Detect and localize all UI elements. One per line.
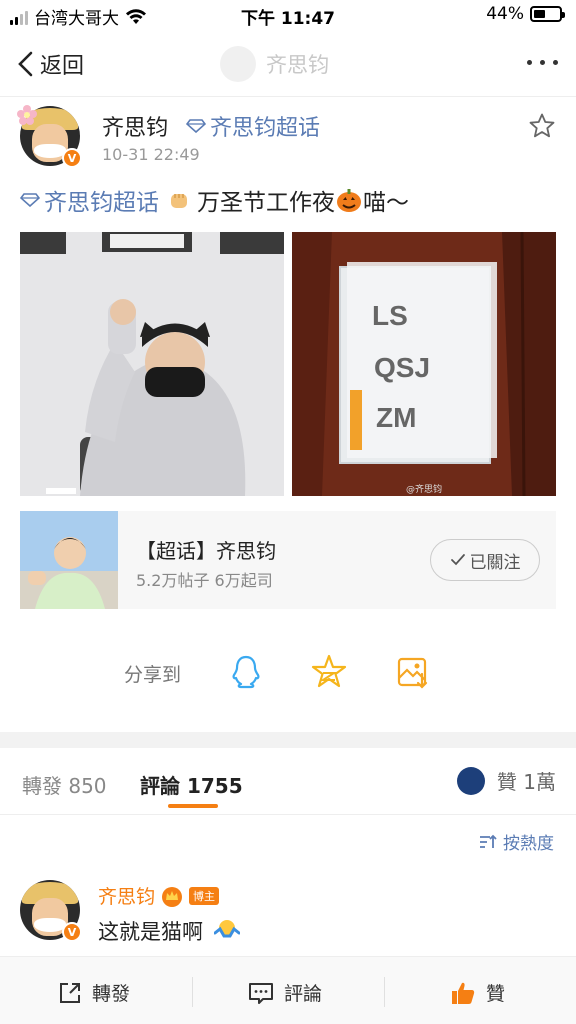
tab-like[interactable]: 贊 1萬 (456, 766, 556, 795)
super-topic-card[interactable]: 【超话】齐思钧 5.2万帖子 6万起司 已關注 (20, 511, 556, 609)
tab-repost[interactable]: 轉發 850 (22, 770, 107, 799)
share-row: 分享到 (0, 650, 576, 694)
save-image-icon[interactable] (395, 654, 431, 690)
topic-link-label: 齐思钧超话 (210, 116, 321, 141)
favorite-star-icon[interactable] (528, 112, 556, 140)
verified-badge-icon: V (62, 148, 82, 168)
comment-avatar[interactable]: V (20, 880, 82, 942)
sort-label: 按熱度 (503, 834, 554, 854)
qzone-star-icon[interactable] (311, 654, 347, 690)
comment-author[interactable]: 齐思钧 博主 (98, 882, 220, 909)
liker-avatar (456, 766, 485, 795)
verified-badge-icon: V (62, 922, 82, 942)
post-image-1[interactable] (20, 232, 284, 496)
sort-icon (480, 834, 497, 848)
super-topic-thumbnail (20, 511, 118, 609)
chevron-left-icon (18, 51, 33, 77)
post-time: 10-31 22:49 (102, 145, 200, 164)
post-text-end: 喵～ (363, 190, 409, 216)
post-image-2[interactable]: LS QSJ ZM @齐思钧 (292, 232, 556, 496)
nav-avatar (220, 46, 256, 82)
nav-divider (0, 96, 576, 97)
author-avatar[interactable]: V (17, 105, 82, 168)
bottom-separator (192, 977, 193, 1007)
topic-link[interactable]: 齐思钧超话 (186, 110, 320, 142)
post-text-body: 万圣节工作夜 (197, 190, 335, 216)
bottom-separator (384, 977, 385, 1007)
post-text-topic-label: 齐思钧超话 (44, 190, 159, 216)
nav-title: 齐思钧 (220, 46, 329, 82)
qq-icon[interactable] (228, 654, 264, 690)
comment-bubble-icon (249, 982, 273, 1004)
author-name[interactable]: 齐思钧 (102, 110, 168, 142)
post-text-topic-link[interactable]: 齐思钧超话 (20, 183, 159, 217)
sort-by-hot-button[interactable]: 按熱度 (479, 829, 554, 854)
follow-label: 已關注 (469, 552, 521, 573)
super-topic-title: 【超话】齐思钧 (136, 539, 276, 563)
thumbs-up-icon (452, 982, 475, 1004)
diamond-icon (186, 119, 206, 133)
fist-emoji-icon (171, 194, 187, 208)
checkmark-icon (450, 554, 465, 566)
tab-like-label: 贊 1萬 (496, 770, 556, 794)
bottom-action-bar: 轉發 評論 贊 (0, 956, 576, 1024)
tabs-divider (0, 814, 576, 815)
comment-text-body: 这就是猫啊 (98, 920, 203, 944)
host-badge: 博主 (189, 886, 220, 905)
nav-title-text: 齐思钧 (266, 53, 329, 77)
status-bar: 台湾大哥大 下午 11:47 44% (0, 0, 576, 32)
sign-text-2: QSJ (374, 352, 431, 383)
battery-icon (530, 6, 565, 22)
follow-button[interactable]: 已關注 (430, 539, 540, 581)
battery-percent: 44% (486, 4, 524, 24)
tab-comment[interactable]: 評論 1755 (140, 770, 243, 799)
super-topic-stats: 5.2万帖子 6万起司 (136, 571, 273, 590)
flower-decoration-icon (17, 105, 37, 125)
comment-label: 評論 (284, 983, 323, 1005)
comment-author-name: 齐思钧 (98, 886, 156, 908)
more-options-icon[interactable] (527, 60, 558, 65)
like-label: 贊 (486, 983, 506, 1005)
section-separator (0, 732, 576, 748)
sign-text-3: ZM (376, 402, 417, 433)
tab-active-indicator (168, 804, 218, 808)
like-button[interactable]: 贊 (450, 979, 505, 1006)
share-label: 分享到 (124, 664, 182, 686)
shrug-emoji-icon (213, 920, 241, 938)
sign-text-1: LS (372, 300, 408, 331)
image-watermark: @齐思钧 (406, 485, 443, 495)
diamond-icon (20, 193, 40, 207)
share-out-icon (60, 982, 80, 1003)
crown-icon (162, 886, 183, 907)
comment-button[interactable]: 評論 (248, 979, 322, 1006)
pumpkin-emoji-icon (337, 189, 361, 212)
nav-bar: 返回 齐思钧 (0, 36, 576, 94)
post-text: 齐思钧超话 万圣节工作夜 喵～ (20, 183, 409, 217)
repost-label: 轉發 (92, 983, 131, 1005)
weibo-post-page: { "status_bar": { "carrier": "台湾大哥大", "t… (0, 0, 576, 1024)
comment-text: 这就是猫啊 (98, 916, 241, 946)
repost-button[interactable]: 轉發 (58, 979, 130, 1006)
status-right: 44% (486, 4, 565, 24)
back-label: 返回 (40, 54, 85, 79)
back-button[interactable]: 返回 (16, 48, 84, 80)
